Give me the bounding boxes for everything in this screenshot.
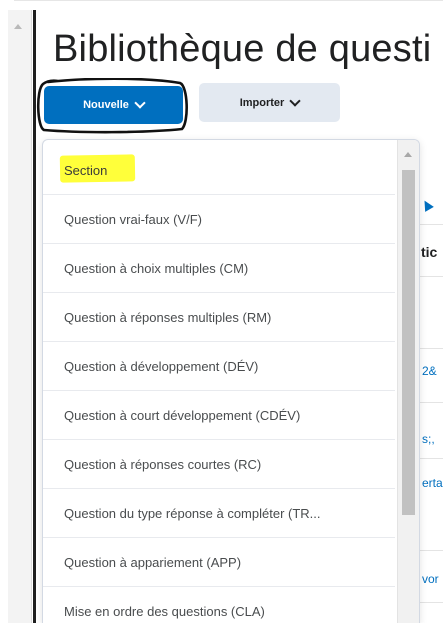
table-header-fragment: tic (421, 244, 438, 260)
table-divider (420, 458, 443, 459)
menu-item-label: Section (64, 162, 108, 178)
menu-item-long-answer[interactable]: Question à développement (DÉV) (43, 342, 395, 391)
menu-item-fill-in-blank[interactable]: Question du type réponse à compléter (TR… (43, 489, 395, 538)
menu-item-label: Question à court développement (CDÉV) (64, 407, 301, 423)
sort-arrow-icon (420, 198, 434, 212)
menu-item-short-development[interactable]: Question à court développement (CDÉV) (43, 391, 395, 440)
menu-item-section[interactable]: Section (43, 146, 395, 195)
table-divider (420, 602, 443, 603)
table-divider (420, 224, 443, 225)
menu-item-label: Question à développement (DÉV) (64, 358, 259, 374)
import-button-label: Importer (239, 96, 285, 109)
menu-list: Section Question vrai-faux (V/F) Questio… (43, 146, 395, 623)
menu-scrollbar[interactable] (397, 140, 419, 623)
menu-item-label: Question à réponses multiples (RM) (64, 309, 272, 325)
menu-item-label: Question à choix multiples (CM) (64, 260, 249, 276)
page-scrollbar[interactable] (8, 10, 32, 623)
menu-item-label: Mise en ordre des questions (CLA) (64, 604, 265, 619)
menu-item-label: Question à appariement (APP) (64, 554, 242, 570)
menu-item-short-answer[interactable]: Question à réponses courtes (RC) (43, 440, 395, 489)
menu-item-ordering[interactable]: Mise en ordre des questions (CLA) (43, 587, 395, 623)
top-divider (14, 0, 443, 1)
page-title: Bibliothèque de questi (53, 28, 432, 70)
new-button[interactable]: Nouvelle (44, 86, 183, 124)
scroll-up-arrow-icon[interactable] (404, 152, 412, 157)
table-cell-fragment[interactable]: 2& (422, 364, 437, 378)
menu-item-multiple-choice[interactable]: Question à choix multiples (CM) (43, 244, 395, 293)
import-button[interactable]: Importer (199, 83, 340, 122)
table-divider (420, 276, 443, 277)
table-cell-fragment[interactable]: erta (422, 476, 443, 490)
table-divider (420, 550, 443, 551)
menu-item-true-false[interactable]: Question vrai-faux (V/F) (43, 195, 395, 244)
chevron-down-icon (134, 97, 146, 109)
table-cell-fragment[interactable]: s;, (422, 432, 435, 446)
scrollbar-gutter-line (31, 10, 32, 623)
question-table-background: tic 2& s;, erta vor (420, 140, 443, 623)
table-divider (420, 348, 443, 349)
menu-item-label: Question vrai-faux (V/F) (64, 211, 202, 227)
scrollbar-thumb[interactable] (402, 170, 415, 515)
menu-item-multi-select[interactable]: Question à réponses multiples (RM) (43, 293, 395, 342)
menu-item-label: Question à réponses courtes (RC) (64, 456, 262, 472)
table-divider (420, 402, 443, 403)
new-question-dropdown-menu: Section Question vrai-faux (V/F) Questio… (42, 139, 420, 623)
new-button-label: Nouvelle (83, 99, 129, 111)
table-cell-fragment[interactable]: vor (422, 572, 439, 586)
content-border-line (33, 10, 36, 623)
menu-item-matching[interactable]: Question à appariement (APP) (43, 538, 395, 587)
menu-item-label: Question du type réponse à compléter (TR… (64, 505, 321, 521)
chevron-down-icon (289, 94, 301, 107)
scroll-up-arrow-icon[interactable] (14, 24, 22, 29)
